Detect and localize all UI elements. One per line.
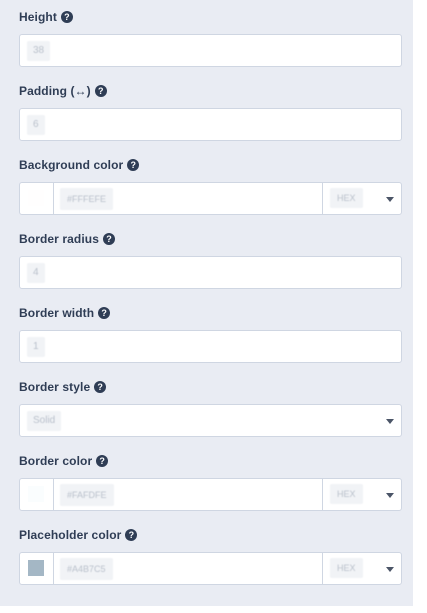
background-color-value: #FFFEFE <box>60 188 114 210</box>
help-icon[interactable]: ? <box>94 85 107 97</box>
placeholder-color-row: #A4B7C5 HEX <box>19 552 402 585</box>
border-width-value: 1 <box>27 337 45 357</box>
placeholder-color-label: Placeholder color <box>19 528 122 542</box>
border-color-value: #FAFDFE <box>60 484 114 506</box>
caret-down-icon <box>386 567 394 572</box>
background-color-format-select[interactable]: HEX <box>322 182 402 215</box>
border-color-input[interactable]: #FAFDFE <box>19 478 323 511</box>
height-value: 38 <box>27 41 51 61</box>
border-color-row: #FAFDFE HEX <box>19 478 402 511</box>
height-label-row: Height ? <box>19 9 73 25</box>
background-color-swatch <box>28 190 44 206</box>
help-icon[interactable]: ? <box>94 381 107 393</box>
placeholder-color-swatch-cell[interactable] <box>20 553 54 584</box>
border-color-format-select[interactable]: HEX <box>322 478 402 511</box>
placeholder-color-value: #A4B7C5 <box>60 558 113 580</box>
help-icon[interactable]: ? <box>60 11 73 23</box>
placeholder-color-label-row: Placeholder color ? <box>19 527 138 543</box>
background-color-swatch-cell[interactable] <box>20 183 54 214</box>
border-color-format-value: HEX <box>330 484 363 504</box>
help-icon[interactable]: ? <box>127 159 140 171</box>
background-color-row: #FFFEFE HEX <box>19 182 402 215</box>
panel-gutter <box>413 0 427 613</box>
padding-label: Padding (↔) <box>19 84 91 98</box>
help-icon[interactable]: ? <box>96 455 109 467</box>
border-style-label: Border style <box>19 380 91 394</box>
help-icon[interactable]: ? <box>103 233 115 245</box>
border-width-label: Border width <box>19 306 95 320</box>
background-color-label-row: Background color ? <box>19 157 140 173</box>
height-label: Height <box>19 10 57 24</box>
border-style-value: Solid <box>27 411 62 431</box>
border-width-input[interactable]: 1 <box>19 330 402 363</box>
background-color-label: Background color <box>19 158 124 172</box>
padding-label-row: Padding (↔) ? <box>19 83 107 99</box>
padding-value: 6 <box>27 115 45 135</box>
border-color-swatch-cell[interactable] <box>20 479 54 510</box>
border-radius-label: Border radius <box>19 232 99 246</box>
padding-input[interactable]: 6 <box>19 108 402 141</box>
border-style-select[interactable]: Solid <box>19 404 402 437</box>
background-color-format-value: HEX <box>330 188 363 208</box>
placeholder-color-input[interactable]: #A4B7C5 <box>19 552 323 585</box>
placeholder-color-format-value: HEX <box>330 558 363 578</box>
border-radius-input[interactable]: 4 <box>19 256 402 289</box>
border-style-label-row: Border style ? <box>19 379 107 395</box>
placeholder-color-swatch <box>28 560 44 576</box>
caret-down-icon <box>386 493 394 498</box>
border-radius-label-row: Border radius ? <box>19 231 115 247</box>
help-icon[interactable]: ? <box>125 529 138 541</box>
border-color-swatch <box>28 486 44 502</box>
background-color-input[interactable]: #FFFEFE <box>19 182 323 215</box>
placeholder-color-format-select[interactable]: HEX <box>322 552 402 585</box>
help-icon[interactable]: ? <box>98 307 111 319</box>
border-radius-value: 4 <box>27 263 45 283</box>
caret-down-icon <box>386 419 394 424</box>
border-color-label: Border color <box>19 454 93 468</box>
caret-down-icon <box>386 197 394 202</box>
border-width-label-row: Border width ? <box>19 305 111 321</box>
height-input[interactable]: 38 <box>19 34 402 67</box>
border-color-label-row: Border color ? <box>19 453 109 469</box>
